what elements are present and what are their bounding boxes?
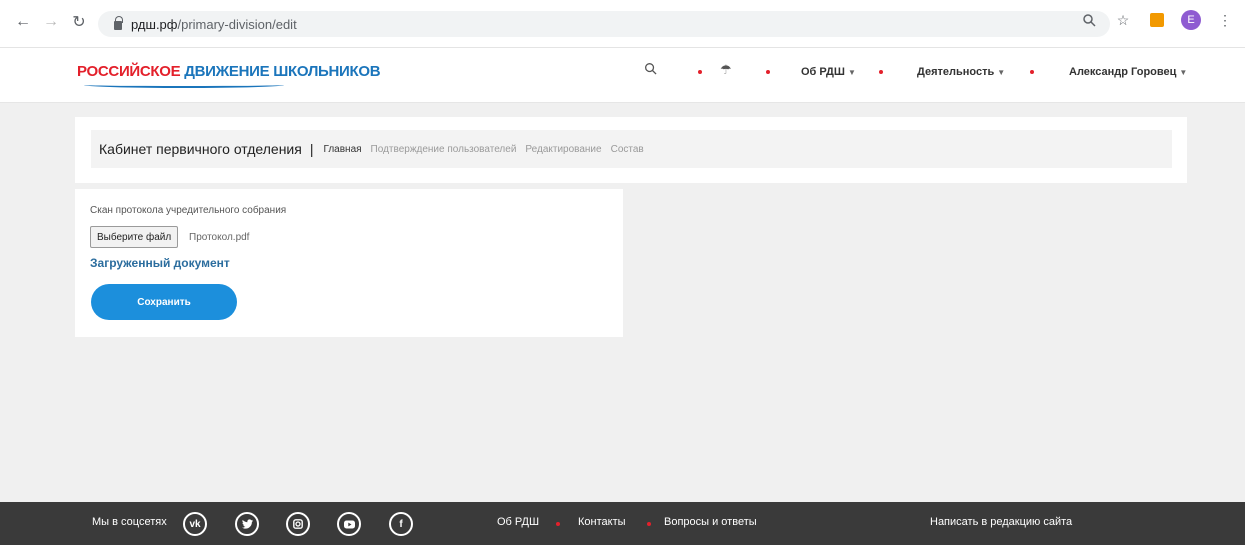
site-footer: Мы в соцсетях vk f Об РДШ Контакты Вопро…	[0, 502, 1245, 545]
menu-activity[interactable]: Деятельность ▼	[917, 66, 1005, 78]
menu-user[interactable]: Александр Горовец ▼	[1069, 66, 1187, 78]
menu-about[interactable]: Об РДШ ▼	[801, 66, 856, 78]
logo-text-part2: ДВИЖЕНИЕ ШКОЛЬНИКОВ	[184, 63, 381, 80]
vk-icon[interactable]: vk	[183, 512, 207, 536]
tab-user-confirmation[interactable]: Подтверждение пользователей	[371, 144, 517, 155]
browser-toolbar: ← → ↻ рдш.рф/primary-division/edit ☆ E ⋮	[0, 0, 1245, 48]
logo-text-part1: РОССИЙСКОЕ	[77, 63, 181, 80]
save-button[interactable]: Сохранить	[91, 284, 237, 320]
facebook-icon[interactable]: f	[389, 512, 413, 536]
menu-dots-icon[interactable]: ⋮	[1215, 10, 1235, 30]
reload-icon[interactable]: ↻	[68, 11, 90, 33]
footer-link-faq[interactable]: Вопросы и ответы	[664, 516, 757, 528]
footer-link-about[interactable]: Об РДШ	[497, 516, 539, 528]
site-header: РОССИЙСКОЕ ДВИЖЕНИЕ ШКОЛЬНИКОВ ☂ Об РДШ ▼…	[0, 48, 1245, 103]
menu-separator-dot	[879, 70, 883, 74]
search-icon[interactable]	[644, 62, 657, 78]
upload-form-card: Скан протокола учредительного собрания В…	[75, 189, 623, 337]
caret-down-icon: ▼	[847, 68, 856, 77]
footer-link-write-editors[interactable]: Написать в редакцию сайта	[930, 516, 1072, 528]
menu-separator-dot	[766, 70, 770, 74]
star-icon[interactable]: ☆	[1113, 10, 1133, 30]
title-separator: |	[309, 141, 314, 157]
selected-file-name: Протокол.pdf	[189, 232, 250, 243]
caret-down-icon: ▼	[1179, 68, 1188, 77]
extension-icon[interactable]	[1147, 10, 1167, 30]
twitter-icon[interactable]	[235, 512, 259, 536]
footer-separator-dot	[556, 522, 560, 526]
site-logo[interactable]: РОССИЙСКОЕ ДВИЖЕНИЕ ШКОЛЬНИКОВ	[77, 63, 381, 80]
tab-main[interactable]: Главная	[323, 144, 361, 155]
tab-members[interactable]: Состав	[611, 144, 644, 155]
cabinet-nav-bar: Кабинет первичного отделения | Главная П…	[91, 130, 1172, 168]
url-host: рдш.рф	[131, 16, 178, 32]
back-arrow-icon[interactable]: ←	[12, 11, 34, 33]
footer-link-contacts[interactable]: Контакты	[578, 516, 626, 528]
tab-editing[interactable]: Редактирование	[525, 144, 601, 155]
menu-separator-dot	[698, 70, 702, 74]
profile-avatar[interactable]: E	[1181, 10, 1201, 30]
cabinet-nav-card: Кабинет первичного отделения | Главная П…	[75, 117, 1187, 183]
scan-protocol-label: Скан протокола учредительного собрания	[90, 205, 287, 216]
instagram-icon[interactable]	[286, 512, 310, 536]
choose-file-button[interactable]: Выберите файл	[90, 226, 179, 248]
menu-about-label: Об РДШ	[801, 66, 845, 78]
menu-user-label: Александр Горовец	[1069, 66, 1177, 78]
address-bar[interactable]: рдш.рф/primary-division/edit	[98, 11, 1110, 37]
footer-separator-dot	[647, 522, 651, 526]
menu-activity-label: Деятельность	[917, 66, 995, 78]
caret-down-icon: ▼	[997, 68, 1006, 77]
social-label: Мы в соцсетях	[92, 516, 167, 528]
logo-swoosh	[84, 82, 284, 88]
uploaded-document-link[interactable]: Загруженный документ	[90, 256, 230, 270]
zoom-icon[interactable]	[1079, 10, 1099, 30]
url-path: /primary-division/edit	[177, 16, 297, 32]
youtube-icon[interactable]	[337, 512, 361, 536]
forward-arrow-icon[interactable]: →	[40, 11, 62, 33]
lock-icon	[114, 15, 123, 30]
umbrella-icon[interactable]: ☂	[720, 62, 732, 78]
page-title: Кабинет первичного отделения	[99, 141, 302, 157]
menu-separator-dot	[1030, 70, 1034, 74]
